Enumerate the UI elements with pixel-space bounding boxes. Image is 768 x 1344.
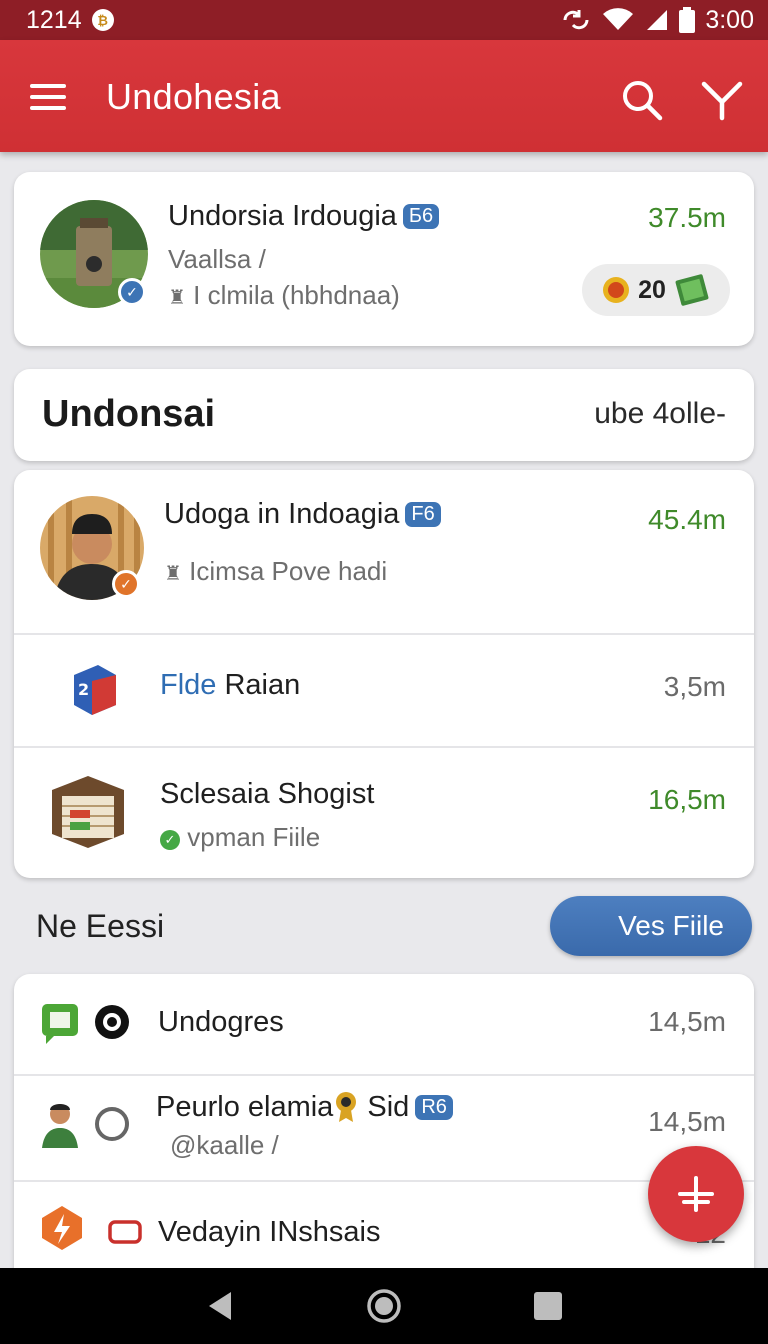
filter-icon[interactable] (700, 78, 744, 122)
target-icon (95, 1005, 129, 1039)
chat-icon (42, 1004, 78, 1044)
trophy-icon (603, 277, 630, 303)
profile-meta: ♜ I clmila (hbhdnaa) (168, 280, 400, 311)
item-name: Vedayin INshsais (158, 1216, 381, 1248)
list-item[interactable]: Undogres 14,5m (14, 974, 754, 1074)
signal-icon (647, 10, 668, 30)
app-bar: Undohesia (0, 40, 768, 152)
item-name: Undogres (158, 1006, 284, 1038)
item-meta: ♜ Icimsa Pove hadi (164, 556, 387, 587)
avatar: ✓ (40, 496, 144, 600)
view-file-button[interactable]: Ves Fiile (550, 896, 752, 956)
item-handle: @kaalle / (170, 1130, 279, 1160)
profile-meta-text: I clmila (hbhdnaa) (193, 280, 400, 310)
header-right-text: ube 4olle- (594, 397, 726, 430)
item-name: Udoga in Indoagia F6 (164, 498, 441, 531)
circle-icon (95, 1107, 129, 1141)
money-icon (675, 274, 709, 306)
check-icon: ✓ (160, 830, 180, 850)
item-value: 3,5m (663, 671, 726, 702)
avatar: ✓ (40, 200, 148, 308)
plus-icon (678, 1176, 714, 1212)
navigation-bar (0, 1268, 768, 1344)
battery-icon (679, 7, 696, 33)
recents-icon[interactable] (533, 1291, 563, 1321)
list-item[interactable]: Peurlo elamia Sid R6 @kaalle / 14,5m (14, 1074, 754, 1180)
coin-icon: ₿ (91, 9, 114, 31)
status-time-left: 1214 (26, 5, 82, 34)
item-meta-text: Icimsa Pove hadi (189, 556, 388, 586)
list-card: ✓ Udoga in Indoagia F6 ♜ Icimsa Pove hadi… (14, 470, 754, 878)
list-item[interactable]: ✓ Udoga in Indoagia F6 ♜ Icimsa Pove hadi… (14, 470, 754, 633)
reward-count: 20 (638, 275, 666, 304)
profile-card[interactable]: ✓ Undorsia Irdougia Б6 Vaallsa / ♜ I clmi… (14, 172, 754, 346)
item-name-accent: Flde (160, 669, 217, 701)
item-tag: F6 (405, 502, 441, 527)
search-icon[interactable] (620, 78, 664, 122)
profile-tag: Б6 (402, 204, 440, 229)
item-name: Sclesaia Shogist (160, 778, 375, 810)
cube-icon: 2 (74, 665, 116, 715)
item-meta: ✓ vpman Fiile (160, 822, 320, 853)
crate-icon (52, 776, 124, 848)
item-name: Flde Raian (160, 669, 300, 702)
app-title: Undohesia (106, 76, 281, 117)
header-title: Undonsai (42, 393, 216, 435)
profile-value: 37.5m (648, 202, 726, 233)
verified-icon: ✓ (112, 570, 140, 598)
verified-icon: ✓ (118, 278, 146, 306)
flame-icon (42, 1206, 82, 1250)
medal-icon (336, 1092, 357, 1122)
status-right: 3:00 (561, 6, 754, 35)
status-left: 1214 ₿ (26, 6, 114, 35)
profile-name: Undorsia Irdougia Б6 (168, 200, 440, 233)
bottom-list-card: Undogres 14,5m Peurlo elamia Sid R6 @kaal… (14, 974, 754, 1274)
profile-subtitle: Vaallsa / (168, 244, 266, 274)
pin-icon: ♜ (164, 563, 182, 585)
item-name-text: Udoga in Indoagia (164, 498, 400, 530)
item-value: 45.4m (648, 504, 726, 535)
item-tag: R6 (415, 1095, 453, 1120)
sync-icon (563, 10, 589, 30)
list-item[interactable]: Sclesaia Shogist ✓ vpman Fiile 16,5m (14, 746, 754, 878)
status-time-right: 3:00 (705, 5, 754, 34)
item-value: 16,5m (648, 784, 726, 815)
item-value: 14,5m (648, 1106, 726, 1137)
status-bar: 1214 ₿ 3:00 (0, 0, 768, 40)
avatar-icon (42, 1104, 78, 1148)
header-card: Undonsai ube 4olle- (14, 369, 754, 461)
section-title: Ne Eessi (36, 908, 165, 944)
svg-text:2: 2 (78, 680, 89, 699)
home-icon[interactable] (366, 1288, 402, 1324)
menu-icon[interactable] (30, 84, 66, 110)
list-item[interactable]: 2 Flde Raian 3,5m (14, 633, 754, 746)
item-meta-text: vpman Fiile (187, 822, 321, 852)
rect-icon (108, 1220, 142, 1244)
add-fab-button[interactable] (648, 1146, 744, 1242)
item-value: 14,5m (648, 1006, 726, 1037)
item-name-post: Sid (359, 1091, 410, 1123)
item-name-pre: Peurlo elamia (156, 1091, 334, 1123)
pin-icon: ♜ (168, 287, 186, 309)
list-item[interactable]: Vedayin INshsais 12 (14, 1180, 754, 1274)
wifi-icon (603, 8, 634, 30)
back-icon[interactable] (205, 1290, 235, 1322)
item-name: Peurlo elamia Sid R6 (156, 1090, 453, 1124)
reward-pill[interactable]: 20 (582, 264, 730, 316)
item-name-rest: Raian (216, 669, 301, 701)
profile-name-text: Undorsia Irdougia (168, 200, 397, 232)
